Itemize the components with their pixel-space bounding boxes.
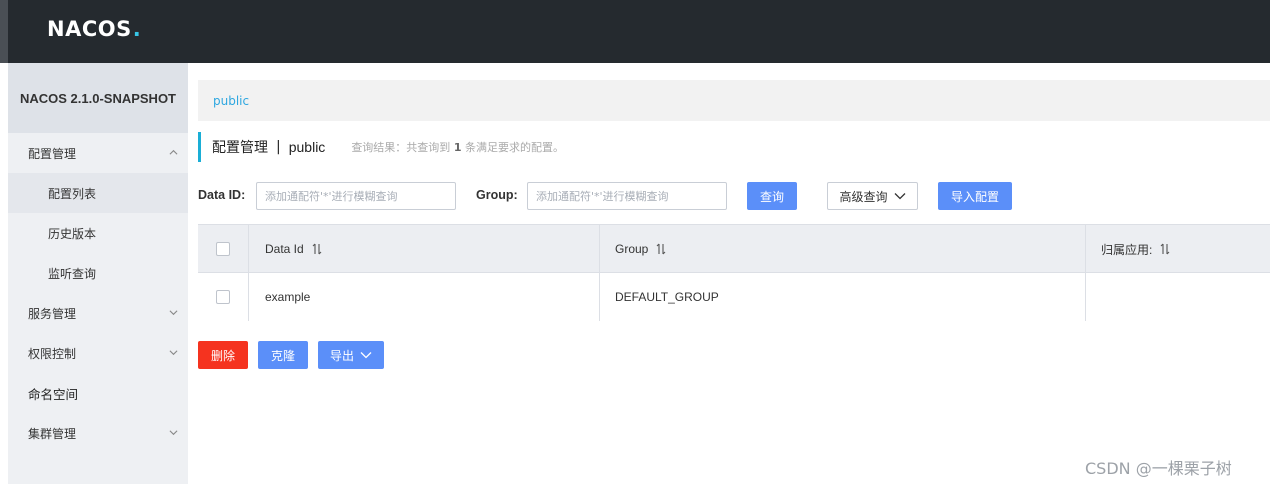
delete-button[interactable]: 删除: [198, 341, 248, 369]
cell-group: DEFAULT_GROUP: [615, 290, 719, 304]
advanced-query-label: 高级查询: [839, 189, 888, 204]
row-checkbox[interactable]: [216, 290, 230, 304]
export-label: 导出: [329, 348, 354, 363]
column-header-dataid[interactable]: Data Id: [265, 225, 322, 273]
page-title: 配置管理: [212, 140, 268, 156]
sidebar-item-access-control[interactable]: 权限控制: [8, 333, 188, 373]
chevron-down-icon: [169, 310, 178, 316]
sidebar-item-namespace[interactable]: 命名空间: [8, 373, 188, 413]
chevron-down-icon: [894, 193, 905, 200]
select-all-cell: [216, 225, 230, 273]
column-header-label: Data Id: [265, 242, 304, 256]
result-suffix: 条满足要求的配置。: [464, 141, 564, 154]
sidebar-item-label: 历史版本: [48, 226, 97, 241]
sidebar-item-label: 监听查询: [48, 266, 97, 281]
sidebar-item-config-management[interactable]: 配置管理: [8, 133, 188, 173]
sidebar-item-cluster-management[interactable]: 集群管理: [8, 413, 188, 453]
title-separator: |: [276, 139, 281, 155]
query-result-text: 查询结果：共查询到 1 条满足要求的配置。: [351, 139, 564, 155]
sidebar-item-listener-query[interactable]: 监听查询: [8, 253, 188, 293]
import-config-button[interactable]: 导入配置: [938, 182, 1012, 210]
column-header-app[interactable]: 归属应用:: [1101, 225, 1170, 273]
top-navbar: NACOS.: [0, 0, 1270, 63]
column-header-label: Group: [615, 242, 649, 256]
namespace-link-public[interactable]: public: [213, 94, 249, 108]
sidebar-item-label: 集群管理: [28, 426, 77, 441]
sort-icon[interactable]: [1160, 243, 1170, 255]
column-divider: [248, 225, 249, 273]
chevron-up-icon: [169, 149, 178, 155]
heading-accent-bar: [198, 132, 201, 162]
dataid-input[interactable]: [256, 182, 456, 210]
sidebar-item-history[interactable]: 历史版本: [8, 213, 188, 253]
clone-button[interactable]: 克隆: [258, 341, 308, 369]
chevron-down-icon: [169, 350, 178, 356]
column-divider: [248, 273, 249, 321]
result-prefix: 查询结果：共查询到: [351, 141, 451, 154]
sidebar-item-label: 配置列表: [48, 186, 97, 201]
dataid-label: Data ID:: [198, 188, 246, 202]
row-select-cell: [216, 273, 230, 321]
chevron-down-icon: [360, 352, 372, 359]
column-divider: [599, 273, 600, 321]
page-namespace: public: [288, 139, 326, 155]
csdn-watermark: CSDN @一棵栗子树: [1085, 459, 1232, 478]
table-row[interactable]: example DEFAULT_GROUP: [198, 273, 1270, 321]
column-divider: [599, 225, 600, 273]
chevron-down-icon: [169, 430, 178, 436]
logo-text: NACOS: [47, 17, 132, 41]
nacos-logo[interactable]: NACOS.: [47, 14, 141, 44]
cell-dataid: example: [265, 290, 311, 304]
sidebar: NACOS 2.1.0-SNAPSHOT 配置管理 配置列表 历史版本 监听查询…: [8, 63, 188, 484]
namespace-bar: public: [198, 80, 1270, 121]
sidebar-item-service-management[interactable]: 服务管理: [8, 293, 188, 333]
logo-dot: .: [132, 17, 142, 41]
page-heading: 配置管理 | public 查询结果：共查询到 1 条满足要求的配置。: [198, 132, 564, 162]
result-count: 1: [453, 141, 462, 154]
sidebar-item-config-list[interactable]: 配置列表: [8, 173, 188, 213]
column-divider: [1085, 225, 1086, 273]
select-all-checkbox[interactable]: [216, 242, 230, 256]
table-header: Data Id Group 归属应用:: [198, 225, 1270, 273]
sort-icon[interactable]: [312, 243, 322, 255]
advanced-query-button[interactable]: 高级查询: [827, 182, 918, 210]
config-table: Data Id Group 归属应用: example DEFAULT_GROU…: [198, 224, 1270, 321]
sidebar-item-label: 服务管理: [28, 306, 77, 321]
sidebar-item-label: 命名空间: [28, 386, 79, 402]
group-label: Group:: [476, 188, 518, 202]
query-button[interactable]: 查询: [747, 182, 797, 210]
export-button[interactable]: 导出: [318, 341, 384, 369]
column-divider: [1085, 273, 1086, 321]
column-header-label: 归属应用:: [1101, 242, 1153, 257]
sort-icon[interactable]: [656, 243, 666, 255]
sidebar-item-label: 权限控制: [28, 346, 77, 361]
version-label: NACOS 2.1.0-SNAPSHOT: [8, 63, 188, 133]
column-header-group[interactable]: Group: [615, 225, 666, 273]
topbar-edge: [0, 0, 8, 63]
sidebar-item-label: 配置管理: [28, 146, 77, 161]
group-input[interactable]: [527, 182, 727, 210]
